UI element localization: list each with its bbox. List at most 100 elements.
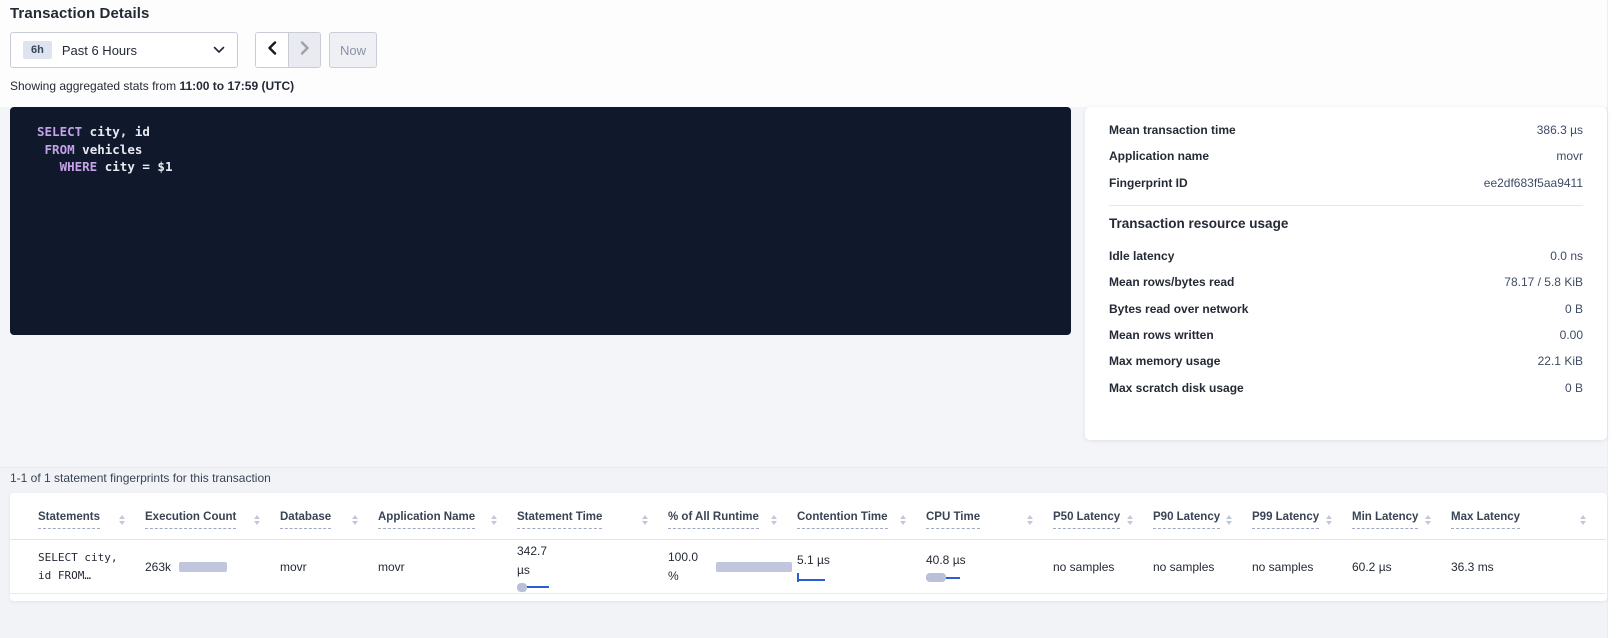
previous-time-button[interactable]: [256, 33, 288, 67]
application-name-value: movr: [378, 560, 405, 574]
column-label: P90 Latency: [1153, 511, 1220, 529]
column-label: P50 Latency: [1053, 511, 1120, 529]
sql-text: [37, 142, 45, 157]
sql-statement-box: SELECT city, id FROM vehicles WHERE city…: [10, 107, 1071, 335]
sort-icon[interactable]: [642, 515, 648, 525]
sql-text: [37, 159, 60, 174]
statement-time-cell: 342.7 µs: [517, 542, 668, 592]
summary-label: Max scratch disk usage: [1109, 381, 1244, 395]
sort-icon[interactable]: [254, 515, 260, 525]
statements-table-card: Statements Execution Count Database Appl…: [10, 493, 1607, 601]
sort-icon[interactable]: [1425, 515, 1431, 525]
column-header-application-name[interactable]: Application Name: [378, 511, 517, 529]
column-label: % of All Runtime: [668, 511, 759, 529]
sql-keyword: FROM: [45, 142, 75, 157]
summary-label: Mean transaction time: [1109, 123, 1236, 137]
summary-value: 386.3 µs: [1537, 123, 1583, 137]
aggregated-stats-text: Showing aggregated stats from 11:00 to 1…: [10, 79, 294, 93]
cpu-time-bar: [926, 573, 962, 582]
chevron-left-icon: [267, 41, 277, 60]
cpu-time-cell: 40.8 µs: [926, 551, 1053, 582]
sort-icon[interactable]: [1226, 515, 1232, 525]
statement-text-line2: id FROM…: [38, 569, 91, 582]
summary-value: ee2df683f5aa9411: [1484, 176, 1583, 190]
p99-latency-value: no samples: [1252, 560, 1313, 574]
statement-row[interactable]: SELECT city,id FROM… 263k movr movr 342.…: [10, 540, 1606, 594]
chevron-down-icon: [213, 46, 225, 54]
page-title: Transaction Details: [10, 5, 149, 22]
time-nav-group: [255, 32, 321, 68]
sql-text: city = $1: [97, 159, 172, 174]
time-range-select[interactable]: 6h Past 6 Hours: [10, 32, 238, 68]
statement-time-bar: [517, 583, 551, 592]
statement-time-value: 342.7 µs: [517, 542, 563, 580]
sql-statement-text: SELECT city, id FROM vehicles WHERE city…: [37, 123, 1051, 176]
aggregated-stats-range: 11:00 to 17:59 (UTC): [179, 79, 294, 93]
column-header-p99-latency[interactable]: P99 Latency: [1252, 511, 1352, 529]
summary-label: Mean rows written: [1109, 328, 1214, 342]
column-header-database[interactable]: Database: [280, 511, 378, 529]
execution-count-cell: 263k: [145, 560, 280, 574]
column-header-execution-count[interactable]: Execution Count: [145, 511, 280, 529]
column-label: Contention Time: [797, 511, 888, 529]
statement-fingerprints-count: 1-1 of 1 statement fingerprints for this…: [10, 471, 271, 485]
summary-divider: [1109, 205, 1583, 206]
statement-fingerprint-link[interactable]: SELECT city,id FROM…: [38, 549, 145, 585]
column-header-min-latency[interactable]: Min Latency: [1352, 511, 1451, 529]
column-header-p90-latency[interactable]: P90 Latency: [1153, 511, 1252, 529]
summary-row-idle-latency: Idle latency 0.0 ns: [1109, 243, 1583, 269]
column-header-p50-latency[interactable]: P50 Latency: [1053, 511, 1153, 529]
chevron-right-icon: [300, 41, 310, 60]
column-header-statements[interactable]: Statements: [38, 511, 145, 529]
table-header-row: Statements Execution Count Database Appl…: [10, 493, 1606, 540]
summary-value: 0 B: [1565, 381, 1583, 395]
summary-value: movr: [1556, 149, 1583, 163]
sort-icon[interactable]: [491, 515, 497, 525]
column-header-pct-of-all-runtime[interactable]: % of All Runtime: [668, 511, 797, 529]
summary-row-mean-rows-bytes-read: Mean rows/bytes read 78.17 / 5.8 KiB: [1109, 269, 1583, 295]
sort-icon[interactable]: [352, 515, 358, 525]
column-label: Statement Time: [517, 511, 602, 529]
column-label: P99 Latency: [1252, 511, 1319, 529]
p90-latency-value: no samples: [1153, 560, 1214, 574]
column-header-contention-time[interactable]: Contention Time: [797, 511, 926, 529]
min-latency-value: 60.2 µs: [1352, 560, 1392, 574]
transaction-summary-card: Mean transaction time 386.3 µs Applicati…: [1085, 107, 1607, 440]
resource-usage-title: Transaction resource usage: [1109, 216, 1583, 231]
summary-label: Idle latency: [1109, 249, 1174, 263]
statements-table: Statements Execution Count Database Appl…: [10, 493, 1606, 594]
sort-icon[interactable]: [771, 515, 777, 525]
time-range-label: Past 6 Hours: [62, 43, 137, 58]
sql-keyword: SELECT: [37, 124, 82, 139]
contention-time-cell: 5.1 µs: [797, 551, 926, 582]
summary-label: Bytes read over network: [1109, 302, 1248, 316]
summary-value: 0.0 ns: [1550, 249, 1583, 263]
sort-icon[interactable]: [119, 515, 125, 525]
summary-value: 0 B: [1565, 302, 1583, 316]
next-time-button[interactable]: [288, 33, 320, 67]
summary-label: Application name: [1109, 149, 1209, 163]
summary-value: 78.17 / 5.8 KiB: [1504, 275, 1583, 289]
column-header-statement-time[interactable]: Statement Time: [517, 511, 668, 529]
sort-icon[interactable]: [1326, 515, 1332, 525]
summary-row-max-memory-usage: Max memory usage 22.1 KiB: [1109, 348, 1583, 374]
sql-keyword: WHERE: [60, 159, 98, 174]
column-label: Min Latency: [1352, 511, 1418, 529]
column-header-max-latency[interactable]: Max Latency: [1451, 511, 1606, 529]
summary-row-application-name: Application name movr: [1109, 143, 1583, 169]
now-button[interactable]: Now: [329, 32, 377, 68]
execution-count-bar: [179, 562, 227, 572]
aggregated-stats-prefix: Showing aggregated stats from: [10, 79, 179, 93]
summary-row-max-scratch-disk-usage: Max scratch disk usage 0 B: [1109, 374, 1583, 400]
sort-icon[interactable]: [1027, 515, 1033, 525]
summary-value: 0.00: [1560, 328, 1583, 342]
pct-runtime-cell: 100.0 %: [668, 548, 797, 586]
summary-label: Fingerprint ID: [1109, 176, 1188, 190]
summary-label: Mean rows/bytes read: [1109, 275, 1234, 289]
sort-icon[interactable]: [1127, 515, 1133, 525]
column-label: Database: [280, 511, 331, 529]
scrollbar-gutter[interactable]: [1607, 0, 1617, 638]
sort-icon[interactable]: [1580, 515, 1586, 525]
column-header-cpu-time[interactable]: CPU Time: [926, 511, 1053, 529]
sort-icon[interactable]: [900, 515, 906, 525]
